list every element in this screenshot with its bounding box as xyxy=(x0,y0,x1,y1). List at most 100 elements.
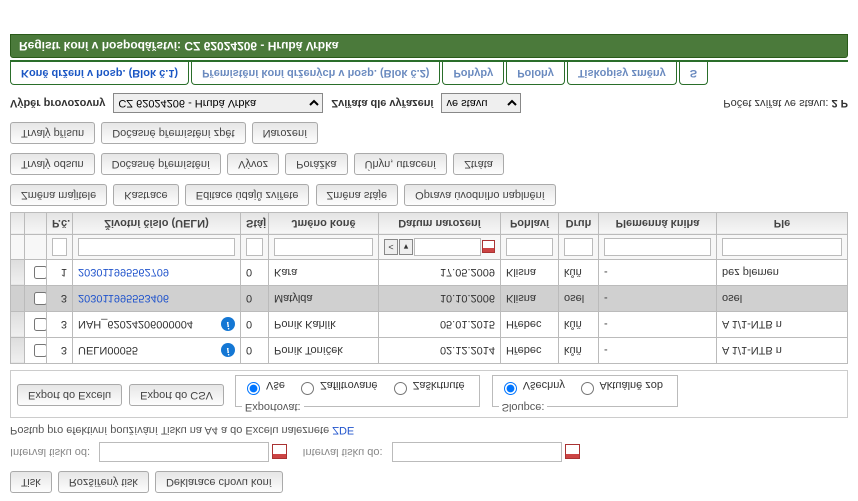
col-jmeno[interactable]: Jméno koně xyxy=(269,213,379,235)
info-icon[interactable]: i xyxy=(221,344,235,358)
cell-staj: 0 xyxy=(241,312,269,338)
cols-opt-current[interactable]: Aktuálně zob xyxy=(576,379,663,391)
declaration-button[interactable]: Deklarace chovu koní xyxy=(155,471,283,493)
cell-ueln: UELN00055i xyxy=(73,338,241,364)
tab-block2[interactable]: Přemístění koní držených v hosp. (Blok č… xyxy=(191,62,440,85)
cols-opt-all[interactable]: Všechny xyxy=(499,379,565,391)
row-handle xyxy=(11,235,25,260)
cell-jmeno: Kara xyxy=(269,260,379,286)
date-lt-icon[interactable]: < xyxy=(384,239,398,255)
temp-move-back-button[interactable]: Dočasné přemístění zpět xyxy=(101,122,245,144)
filter-ueln[interactable] xyxy=(78,238,235,256)
temp-move-button[interactable]: Dočasné přemístění xyxy=(101,153,221,175)
status-select[interactable]: ve stavu xyxy=(441,93,521,113)
tab-forms[interactable]: Tiskopisy změny xyxy=(567,62,677,85)
ueln-link[interactable]: 203011995553406 xyxy=(78,293,169,305)
table-row[interactable]: 3 UELN00055i 0 Poník Toníček 02.12.2014 … xyxy=(11,338,848,364)
cell-pohlavi: Hřebec xyxy=(501,312,559,338)
filter-datum[interactable] xyxy=(414,238,481,256)
help-link[interactable]: ZDE xyxy=(332,424,354,436)
change-owner-button[interactable]: Změna majitele xyxy=(10,184,107,206)
extended-print-button[interactable]: Rozšířený tisk xyxy=(58,471,149,493)
facility-select[interactable]: CZ 62024206 - Hrubá Vrbka xyxy=(113,93,323,113)
table-row[interactable]: 3 203011995553406 0 Matylda 10.10.2006 K… xyxy=(11,286,848,312)
filter-pc[interactable] xyxy=(52,238,67,256)
cell-ple: A 1/1-NTB n xyxy=(717,338,848,364)
death-button[interactable]: Úhyn, utracení xyxy=(354,153,448,175)
status-select-label: Zvířata dle vyřazení xyxy=(331,97,433,109)
row-handle xyxy=(11,213,25,235)
cell-ple: A 1/1-NTB n xyxy=(717,312,848,338)
col-datum[interactable]: Datum narození xyxy=(379,213,501,235)
interval-from-input[interactable] xyxy=(99,442,269,462)
permanent-arrival-button[interactable]: Trvalý přísun xyxy=(10,122,95,144)
tab-movements[interactable]: Pohyby xyxy=(442,62,504,85)
export-opt-all[interactable]: Vše xyxy=(242,379,285,391)
row-handle xyxy=(11,338,25,364)
count-label: Počet zvířat ve stavu: xyxy=(723,97,831,109)
filter-jmeno[interactable] xyxy=(274,238,373,256)
help-text: Postup pro efektivní používání Tisku na … xyxy=(10,424,332,436)
calendar-icon[interactable] xyxy=(272,444,287,459)
calendar-icon[interactable] xyxy=(565,444,580,459)
row-checkbox[interactable] xyxy=(34,318,47,331)
col-staj[interactable]: Stáj xyxy=(241,213,269,235)
cell-pc: 3 xyxy=(47,312,73,338)
tab-block1[interactable]: Koně držení v hosp. (Blok č.1) xyxy=(10,62,189,85)
fix-initial-button[interactable]: Oprava úvodního naplnění xyxy=(404,184,556,206)
page-title-bar: Registr koní v hospodářství: CZ 62024206… xyxy=(10,34,848,58)
filter-row: < ▾ xyxy=(11,235,848,260)
cell-druh: kůň xyxy=(559,338,599,364)
change-stable-button[interactable]: Změna stáje xyxy=(316,184,399,206)
tab-positions[interactable]: Polohy xyxy=(506,62,565,85)
date-dropdown-icon[interactable]: ▾ xyxy=(399,239,413,255)
edit-animal-button[interactable]: Editace údajů zvířete xyxy=(185,184,310,206)
row-checkbox[interactable] xyxy=(34,266,47,279)
row-checkbox[interactable] xyxy=(34,344,47,357)
filter-pohlavi[interactable] xyxy=(506,238,553,256)
filter-ple[interactable] xyxy=(722,238,842,256)
cell-ple: osel xyxy=(717,286,848,312)
export-csv-button[interactable]: Export do CSV xyxy=(129,385,224,407)
loss-button[interactable]: Ztráta xyxy=(453,153,504,175)
col-pohlavi[interactable]: Pohlaví xyxy=(501,213,559,235)
cell-ple: bez plemen xyxy=(717,260,848,286)
table-row[interactable]: 1 203011995562709 0 Kara 17.05.2009 Klis… xyxy=(11,260,848,286)
castration-button[interactable]: Kastrace xyxy=(113,184,178,206)
cell-jmeno: Poník Toníček xyxy=(269,338,379,364)
cell-kniha: - xyxy=(599,286,717,312)
col-ple[interactable]: Ple xyxy=(717,213,848,235)
export-button[interactable]: Vývoz xyxy=(227,153,279,175)
filter-kniha[interactable] xyxy=(604,238,711,256)
filter-staj[interactable] xyxy=(246,238,263,256)
permanent-removal-button[interactable]: Trvalý odsun xyxy=(10,153,95,175)
cell-datum: 05.01.2015 xyxy=(379,312,501,338)
col-kniha[interactable]: Plemenná kniha xyxy=(599,213,717,235)
cell-staj: 0 xyxy=(241,338,269,364)
row-checkbox[interactable] xyxy=(34,292,47,305)
cell-pc: 3 xyxy=(47,338,73,364)
col-pc[interactable]: P.č. xyxy=(47,213,73,235)
cell-jmeno: Poník Kahlík xyxy=(269,312,379,338)
filter-druh[interactable] xyxy=(564,238,593,256)
birth-button[interactable]: Narození xyxy=(252,122,319,144)
col-ueln[interactable]: Životní číslo (UELN) xyxy=(73,213,241,235)
calendar-icon[interactable] xyxy=(482,241,495,254)
slaughter-button[interactable]: Porážka xyxy=(285,153,347,175)
interval-to-input[interactable] xyxy=(392,442,562,462)
info-icon[interactable]: i xyxy=(221,318,235,332)
print-button[interactable]: Tisk xyxy=(10,471,52,493)
tab-more[interactable]: S xyxy=(679,62,708,85)
export-opt-filtered[interactable]: Zafiltrované xyxy=(296,379,378,391)
cell-kniha: - xyxy=(599,312,717,338)
cell-pohlavi: Klisna xyxy=(501,260,559,286)
interval-to-label: Interval tisku do: xyxy=(303,446,383,458)
col-druh[interactable]: Druh xyxy=(559,213,599,235)
export-scope-legend: Exportovat: xyxy=(242,401,304,413)
table-row[interactable]: 3 NAH_62024206000004i 0 Poník Kahlík 05.… xyxy=(11,312,848,338)
ueln-link[interactable]: 203011995562709 xyxy=(78,267,169,279)
tab-bar: Koně držení v hosp. (Blok č.1) Přemístěn… xyxy=(10,60,848,85)
export-excel-button[interactable]: Export do Excelu xyxy=(17,385,122,407)
export-opt-checked[interactable]: Zaškrtnuté xyxy=(389,379,465,391)
row-handle xyxy=(11,312,25,338)
